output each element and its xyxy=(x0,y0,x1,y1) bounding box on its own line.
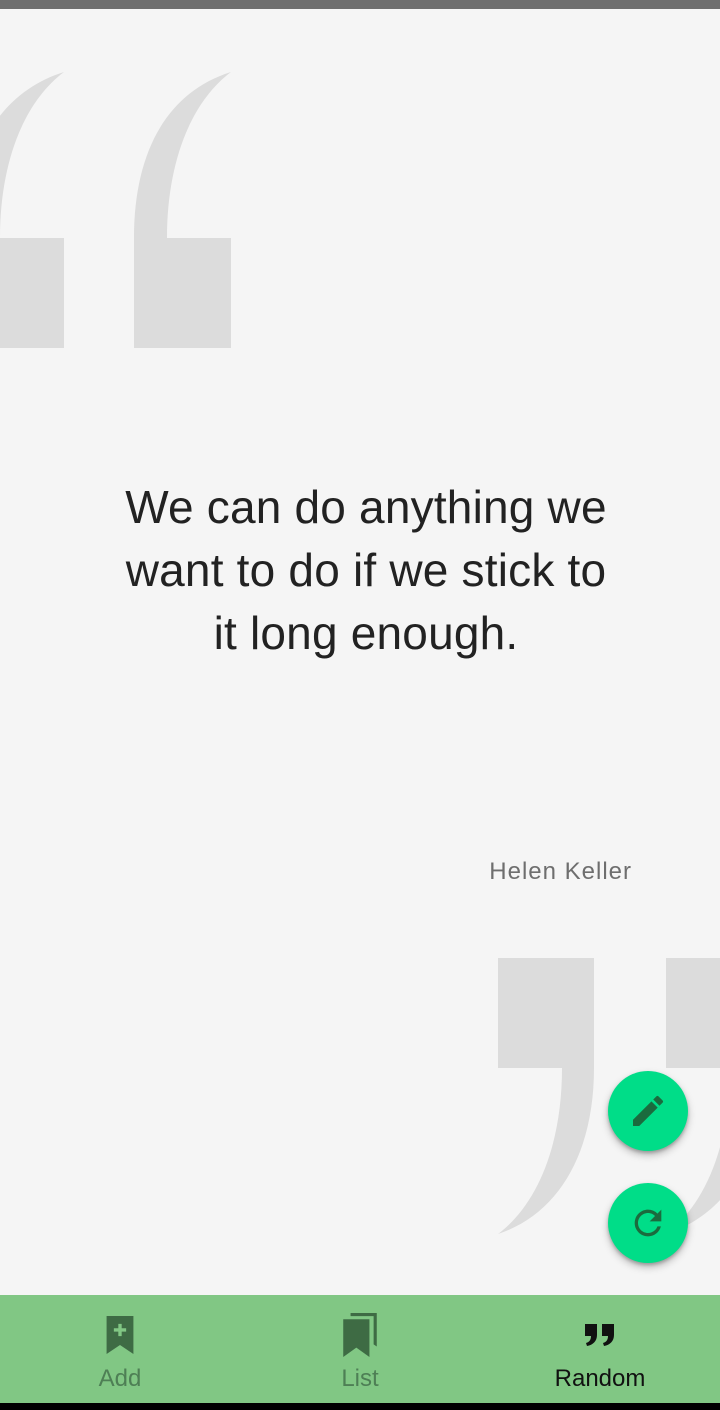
quote-text: We can do anything we want to do if we s… xyxy=(125,481,607,659)
close-quote-decoration-icon xyxy=(498,958,720,1234)
bookmark-add-icon xyxy=(98,1313,142,1357)
bottom-navigation: Add List Random xyxy=(0,1295,720,1403)
nav-label-list: List xyxy=(341,1365,379,1392)
nav-label-random: Random xyxy=(554,1365,646,1392)
nav-item-random[interactable]: Random xyxy=(480,1295,720,1403)
nav-item-add[interactable]: Add xyxy=(0,1295,240,1403)
pencil-icon xyxy=(633,1095,664,1126)
edit-quote-button[interactable] xyxy=(608,1071,688,1151)
open-quote-decoration-icon xyxy=(0,72,231,348)
bookmarks-icon xyxy=(338,1313,382,1357)
quote-author: Helen Keller xyxy=(489,858,632,885)
status-bar-strip xyxy=(0,0,720,9)
quote-screen: We can do anything we want to do if we s… xyxy=(0,0,720,1410)
nav-label-add: Add xyxy=(98,1365,142,1392)
nav-item-list[interactable]: List xyxy=(240,1295,480,1403)
quote-icon xyxy=(578,1313,622,1357)
refresh-icon xyxy=(634,1209,662,1237)
system-bottom-bar xyxy=(0,1403,720,1410)
refresh-quote-button[interactable] xyxy=(608,1183,688,1263)
